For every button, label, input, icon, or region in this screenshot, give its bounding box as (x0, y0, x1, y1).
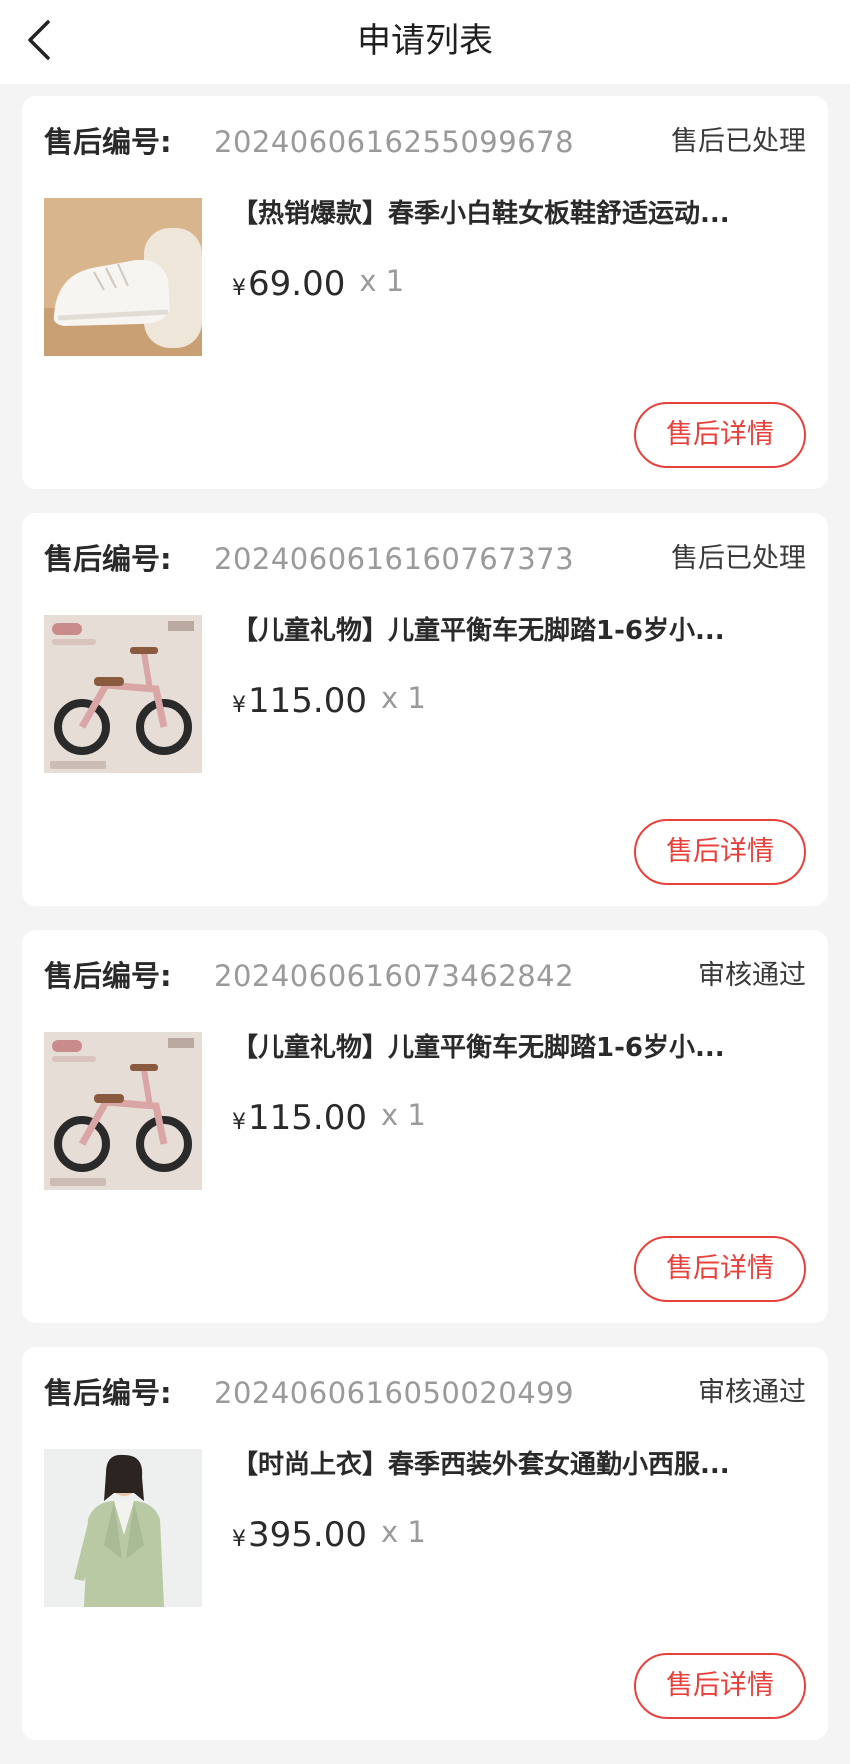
top-nav-bar: 申请列表 (0, 0, 850, 84)
after-sale-list: 售后编号: 2024060616255099678 售后已处理 【热销爆款】春季… (0, 96, 850, 1764)
product-price: 115.00 (248, 1098, 367, 1138)
after-sale-card: 售后编号: 2024060616255099678 售后已处理 【热销爆款】春季… (22, 96, 828, 489)
sn-value: 2024060616255099678 (214, 125, 575, 159)
product-quantity: x 1 (380, 1515, 426, 1549)
sn-value: 2024060616160767373 (214, 542, 575, 576)
pink-balance-bike-image (44, 1032, 202, 1190)
card-header: 售后编号: 2024060616050020499 审核通过 (44, 1369, 806, 1417)
price-row: ¥115.00 x 1 (232, 681, 426, 731)
after-sale-card: 售后编号: 2024060616050020499 审核通过 【时尚上衣】春季西… (22, 1347, 828, 1740)
product-thumbnail[interactable] (44, 1032, 202, 1190)
page-title: 申请列表 (357, 21, 493, 61)
product-thumbnail[interactable] (44, 615, 202, 773)
status-text: 售后已处理 (671, 543, 806, 574)
product-quantity: x 1 (380, 681, 426, 715)
currency-symbol: ¥ (232, 276, 246, 301)
product-price: 395.00 (248, 1515, 367, 1555)
after-sale-card: 售后编号: 2024060616160767373 售后已处理 【儿童礼物】儿童… (22, 513, 828, 906)
card-header: 售后编号: 2024060616160767373 售后已处理 (44, 535, 806, 583)
product-quantity: x 1 (359, 264, 405, 298)
after-sale-detail-button[interactable]: 售后详情 (634, 1236, 806, 1302)
product-title[interactable]: 【儿童礼物】儿童平衡车无脚踏1-6岁小... (232, 609, 792, 653)
price-row: ¥115.00 x 1 (232, 1098, 426, 1148)
product-title[interactable]: 【儿童礼物】儿童平衡车无脚踏1-6岁小... (232, 1026, 792, 1070)
sn-label: 售后编号: (44, 125, 172, 159)
sn-value: 2024060616073462842 (214, 959, 575, 993)
pink-balance-bike-image (44, 615, 202, 773)
sn-value: 2024060616050020499 (214, 1376, 575, 1410)
currency-symbol: ¥ (232, 693, 246, 718)
status-text: 审核通过 (698, 1377, 806, 1408)
sn-label: 售后编号: (44, 1376, 172, 1410)
product-price: 115.00 (248, 681, 367, 721)
after-sale-detail-button[interactable]: 售后详情 (634, 819, 806, 885)
sn-label: 售后编号: (44, 542, 172, 576)
after-sale-detail-button[interactable]: 售后详情 (634, 1653, 806, 1719)
price-row: ¥395.00 x 1 (232, 1515, 426, 1565)
status-text: 售后已处理 (671, 126, 806, 157)
after-sale-card: 售后编号: 2024060616073462842 审核通过 【儿童礼物】儿童平… (22, 930, 828, 1323)
status-text: 审核通过 (698, 960, 806, 991)
currency-symbol: ¥ (232, 1110, 246, 1135)
card-header: 售后编号: 2024060616073462842 审核通过 (44, 952, 806, 1000)
white-sneaker-image (44, 198, 202, 356)
card-header: 售后编号: 2024060616255099678 售后已处理 (44, 118, 806, 166)
price-row: ¥69.00 x 1 (232, 264, 404, 314)
product-thumbnail[interactable] (44, 1449, 202, 1607)
product-title[interactable]: 【热销爆款】春季小白鞋女板鞋舒适运动... (232, 192, 792, 236)
currency-symbol: ¥ (232, 1527, 246, 1552)
product-quantity: x 1 (380, 1098, 426, 1132)
sn-label: 售后编号: (44, 959, 172, 993)
green-blazer-image (44, 1449, 202, 1607)
product-title[interactable]: 【时尚上衣】春季西装外套女通勤小西服... (232, 1443, 792, 1487)
product-thumbnail[interactable] (44, 198, 202, 356)
after-sale-detail-button[interactable]: 售后详情 (634, 402, 806, 468)
product-price: 69.00 (248, 264, 346, 304)
